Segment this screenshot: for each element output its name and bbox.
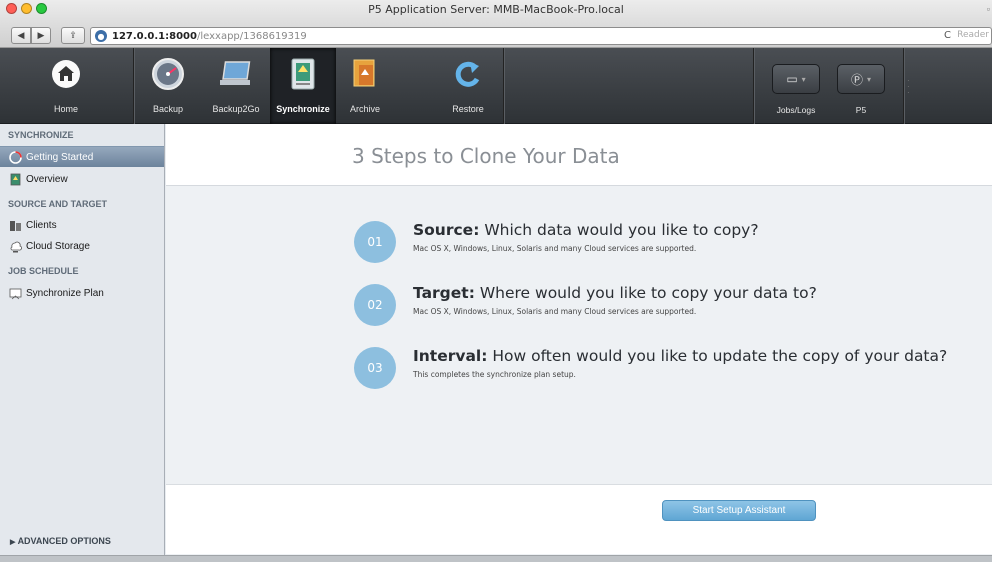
step-title-keyword: Interval: — [413, 347, 488, 365]
window-bottom-edge — [0, 555, 992, 562]
page-title: 3 Steps to Clone Your Data — [352, 144, 620, 168]
url-path: /lexxapp/1368619319 — [196, 30, 307, 42]
toolbar-divider — [133, 48, 134, 124]
app-window: P5 Application Server: MMB-MacBook-Pro.l… — [0, 0, 992, 562]
sidebar-section-title: JOB SCHEDULE — [8, 266, 79, 276]
sidebar-item-label: Synchronize Plan — [26, 288, 104, 299]
step-title-keyword: Target: — [413, 284, 475, 302]
toolbar-label: P5 — [855, 105, 867, 115]
toolbar-restore[interactable]: Restore — [443, 48, 493, 124]
forward-icon: ▶ — [37, 30, 45, 40]
content-header: 3 Steps to Clone Your Data — [166, 124, 992, 186]
dropdown-arrow-icon: ▾ — [801, 74, 806, 84]
step-title-text: How often would you like to update the c… — [487, 347, 948, 365]
toolbar-label: Home — [53, 104, 78, 114]
sidebar-section-title: SOURCE AND TARGET — [8, 199, 107, 209]
back-button[interactable]: ◀ — [11, 27, 31, 44]
step-title: Source: Which data would you like to cop… — [413, 221, 759, 239]
step-number-badge: 02 — [354, 284, 396, 326]
url-host: 127.0.0.1:8000 — [112, 30, 197, 42]
forward-button[interactable]: ▶ — [31, 27, 51, 44]
title-bar: P5 Application Server: MMB-MacBook-Pro.l… — [0, 0, 992, 48]
disclosure-triangle-icon: ▶ — [10, 539, 16, 546]
sidebar-item-cloud-storage[interactable]: Cloud Storage — [0, 236, 164, 257]
toolbar-divider — [753, 48, 754, 124]
toolbar-label: Synchronize — [276, 104, 330, 114]
sidebar-item-synchronize-plan[interactable]: Synchronize Plan — [0, 283, 164, 304]
reader-button[interactable]: Reader — [957, 30, 989, 40]
sidebar-item-label: Overview — [26, 174, 68, 185]
p5-icon: Ⓟ — [850, 72, 863, 87]
content-footer: Start Setup Assistant — [166, 484, 992, 554]
toolbar-label: Restore — [452, 104, 484, 114]
sidebar-item-label: Clients — [26, 220, 57, 231]
step-subtitle: Mac OS X, Windows, Linux, Solaris and ma… — [413, 244, 697, 253]
advanced-options-toggle[interactable]: ▶ ADVANCED OPTIONS — [10, 536, 111, 546]
start-setup-assistant-button[interactable]: Start Setup Assistant — [662, 500, 816, 521]
archive-icon — [346, 55, 384, 93]
step-title-text: Where would you like to copy your data t… — [474, 284, 817, 302]
toolbar-label: Backup2Go — [212, 104, 260, 114]
advanced-options-label: ADVANCED OPTIONS — [17, 536, 111, 546]
reload-icon[interactable]: C — [944, 30, 951, 41]
address-bar[interactable]: ● 127.0.0.1:8000/lexxapp/1368619319 C Re… — [90, 27, 992, 45]
step-title: Target: Where would you like to copy you… — [413, 284, 817, 302]
toolbar-label: Jobs/Logs — [776, 105, 816, 115]
sidebar-section-title: SYNCHRONIZE — [8, 130, 74, 140]
dropdown-arrow-icon: ▾ — [867, 74, 872, 84]
step-number-badge: 03 — [354, 347, 396, 389]
step-number-badge: 01 — [354, 221, 396, 263]
step-target: 02 Target: Where would you like to copy … — [354, 284, 992, 334]
overview-icon — [10, 173, 21, 186]
toolbar-label: Backup — [152, 104, 184, 114]
share-icon: ⇪ — [69, 30, 77, 40]
home-icon — [47, 55, 85, 93]
sidebar-item-label: Getting Started — [26, 151, 94, 163]
p5-menu-button[interactable]: Ⓟ ▾ — [837, 64, 885, 94]
toolbar-synchronize[interactable]: Synchronize — [270, 48, 336, 124]
step-title: Interval: How often would you like to up… — [413, 347, 947, 365]
getting-started-icon — [9, 151, 22, 164]
share-button[interactable]: ⇪ — [61, 27, 85, 44]
toolbar-archive[interactable]: Archive — [340, 48, 390, 124]
toolbar-divider — [503, 48, 504, 124]
monitor-icon: ▭ — [786, 72, 798, 86]
toolbar-home[interactable]: Home — [38, 48, 94, 124]
sidebar: SYNCHRONIZE Getting Started Overview SOU… — [0, 124, 165, 562]
step-subtitle: This completes the synchronize plan setu… — [413, 370, 576, 379]
backup-gauge-icon — [149, 55, 187, 93]
toolbar-backup2go[interactable]: Backup2Go — [208, 48, 264, 124]
sidebar-item-label: Cloud Storage — [26, 241, 90, 252]
site-globe-icon: ● — [95, 30, 107, 42]
cloud-storage-icon — [10, 241, 22, 253]
step-title-text: Which data would you like to copy? — [479, 221, 759, 239]
back-icon: ◀ — [17, 30, 25, 40]
step-interval: 03 Interval: How often would you like to… — [354, 347, 992, 397]
laptop-icon — [217, 55, 255, 93]
toolbar-backup[interactable]: Backup — [143, 48, 193, 124]
sidebar-item-clients[interactable]: Clients — [0, 215, 164, 236]
step-subtitle: Mac OS X, Windows, Linux, Solaris and ma… — [413, 307, 697, 316]
sidebar-item-getting-started[interactable]: Getting Started — [0, 146, 164, 167]
synchronize-plan-icon — [9, 288, 22, 300]
toolbar-grip-icon[interactable]: · · · — [907, 77, 910, 97]
title-bar-edge-glyph: ▫ — [986, 4, 990, 14]
toolbar-label: Archive — [349, 104, 380, 114]
step-source: 01 Source: Which data would you like to … — [354, 221, 992, 271]
main-content: 3 Steps to Clone Your Data 01 Source: Wh… — [166, 124, 992, 562]
sync-icon — [284, 55, 322, 93]
step-title-keyword: Source: — [413, 221, 480, 239]
clients-icon — [10, 221, 21, 231]
restore-icon — [449, 55, 487, 93]
main-toolbar: Home Backup Backup2Go Synchronize Archiv… — [0, 48, 992, 124]
jobs-logs-button[interactable]: ▭ ▾ — [772, 64, 820, 94]
sidebar-item-overview[interactable]: Overview — [0, 169, 164, 190]
toolbar-divider — [903, 48, 904, 124]
window-title: P5 Application Server: MMB-MacBook-Pro.l… — [368, 3, 624, 16]
